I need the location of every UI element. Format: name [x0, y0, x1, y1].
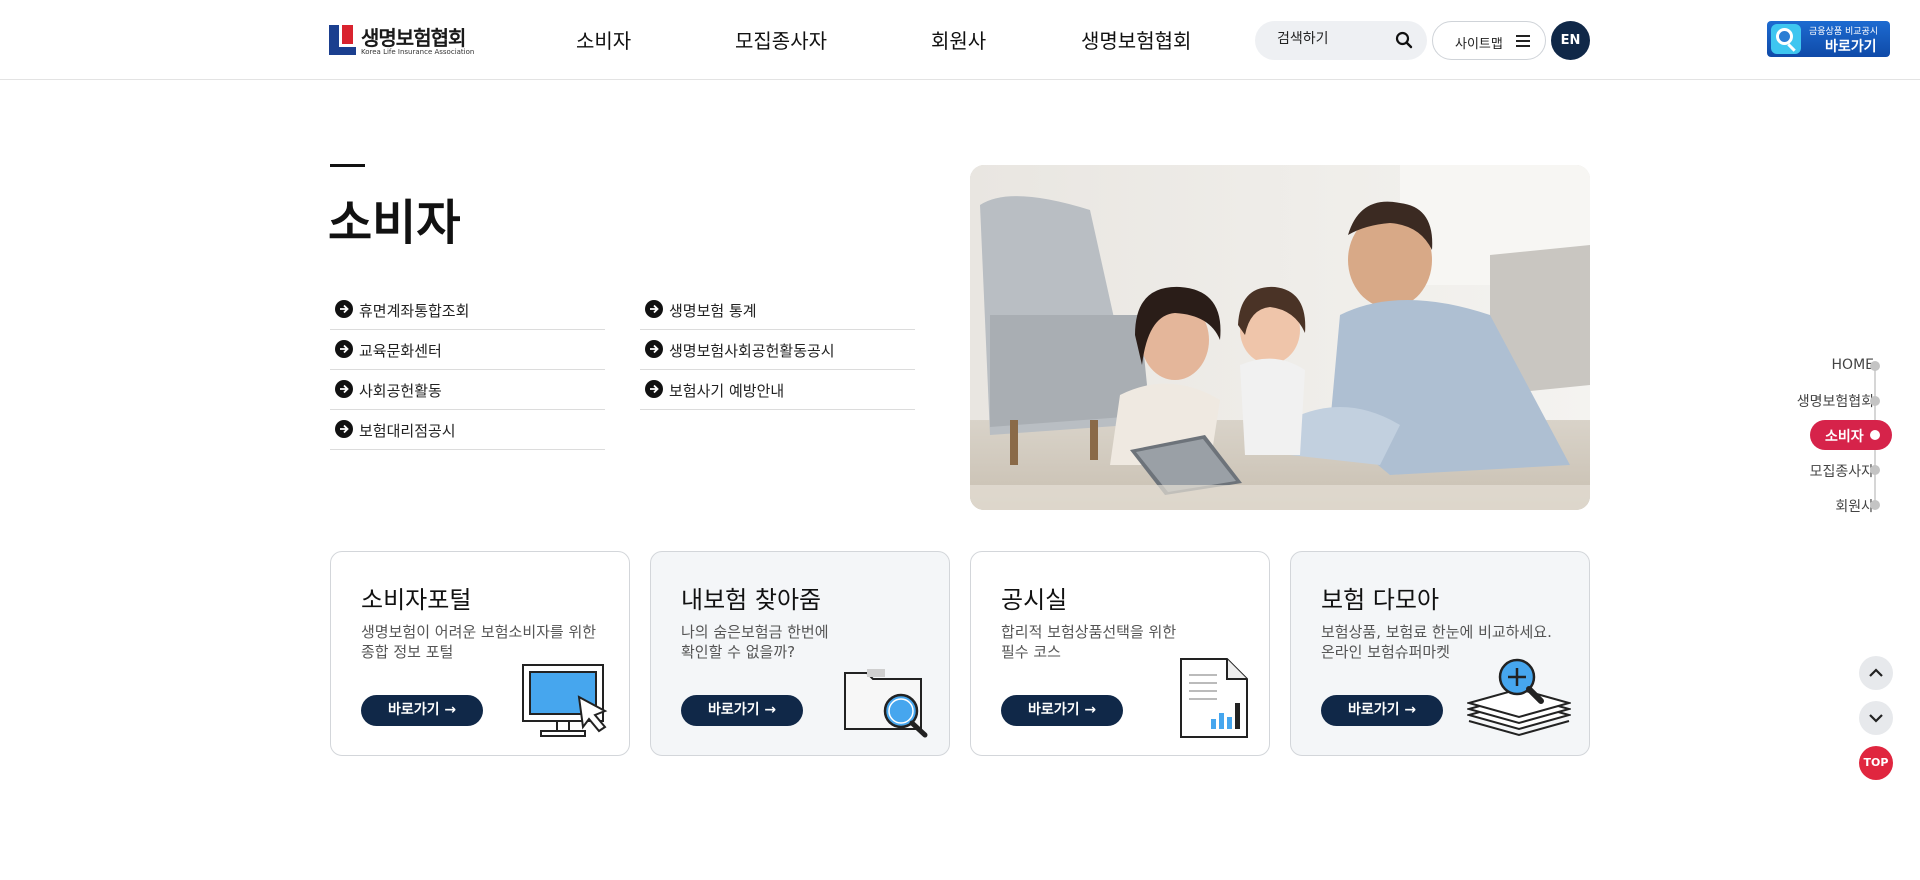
- gnb-item-member[interactable]: 회원사: [931, 25, 986, 54]
- card-title: 소비자포털: [361, 586, 472, 614]
- site-header: 생명보험협회 Korea Life Insurance Association …: [0, 0, 1920, 80]
- chevron-down-icon: [1869, 714, 1883, 723]
- folder-search-icon: [844, 669, 928, 738]
- logo-mark-icon: [329, 25, 356, 55]
- link-education-center[interactable]: 교육문화센터: [330, 330, 605, 370]
- side-nav-dot: [1870, 500, 1880, 510]
- link-label: 생명보험 통계: [669, 302, 757, 320]
- logo-text: 생명보험협회: [361, 26, 466, 50]
- title-accent-bar: [330, 164, 365, 167]
- card-insurance-damoa[interactable]: 보험 다모아 보험상품, 보험료 한눈에 비교하세요. 온라인 보험슈퍼마켓 바로…: [1290, 551, 1590, 756]
- link-list-right: 생명보험 통계 생명보험사회공헌활동공시 보험사기 예방안내: [640, 290, 915, 410]
- language-button[interactable]: EN: [1551, 21, 1590, 60]
- monitor-cursor-icon: [522, 664, 608, 737]
- hero-family-photo: [970, 165, 1590, 510]
- link-dormant-account[interactable]: 휴면계좌통합조회: [330, 290, 605, 330]
- page-title: 소비자: [328, 195, 461, 251]
- card-description: 생명보험이 어려운 보험소비자를 위한 종합 정보 포털: [361, 623, 597, 661]
- gnb-item-recruiter[interactable]: 모집종사자: [735, 25, 827, 54]
- arrow-right-icon: [335, 380, 353, 398]
- link-label: 보험대리점공시: [359, 422, 456, 440]
- side-nav-dot: [1870, 465, 1880, 475]
- scroll-down-button[interactable]: [1859, 701, 1893, 735]
- link-label: 보험사기 예방안내: [669, 382, 785, 400]
- link-label: 사회공헌활동: [359, 382, 442, 400]
- arrow-right-icon: [645, 300, 663, 318]
- link-social-contribution[interactable]: 사회공헌활동: [330, 370, 605, 410]
- side-nav-active-label: 소비자: [1825, 429, 1864, 445]
- magnifier-icon: [1771, 24, 1801, 54]
- side-page-nav: HOME 생명보험협회 소비자 모집종사자 회원사: [1760, 348, 1910, 518]
- arrow-right-icon: [645, 340, 663, 358]
- chevron-up-icon: [1869, 668, 1883, 677]
- scroll-top-button[interactable]: TOP: [1859, 746, 1893, 780]
- arrow-right-icon: [645, 380, 663, 398]
- link-fraud-prevention[interactable]: 보험사기 예방안내: [640, 370, 915, 410]
- gnb-item-association[interactable]: 생명보험협회: [1081, 25, 1191, 54]
- card-title: 공시실: [1001, 586, 1068, 614]
- arrow-right-icon: [335, 300, 353, 318]
- card-disclosure-room[interactable]: 공시실 합리적 보험상품선택을 위한 필수 코스 바로가기 →: [970, 551, 1270, 756]
- side-nav-active-dot: [1870, 430, 1880, 440]
- side-nav-member[interactable]: 회원사: [1835, 496, 1874, 516]
- side-nav-dot: [1870, 396, 1880, 406]
- compare-banner-big-text: 바로가기: [1825, 39, 1877, 55]
- side-nav-recruiter[interactable]: 모집종사자: [1810, 461, 1874, 481]
- card-description: 보험상품, 보험료 한눈에 비교하세요. 온라인 보험슈퍼마켓: [1321, 623, 1552, 661]
- arrow-right-icon: [335, 420, 353, 438]
- card-consumer-portal[interactable]: 소비자포털 생명보험이 어려운 보험소비자를 위한 종합 정보 포털 바로가기 →: [330, 551, 630, 756]
- logo-subtext: Korea Life Insurance Association: [361, 48, 475, 56]
- side-nav-consumer-active[interactable]: 소비자: [1810, 420, 1892, 450]
- hamburger-icon: [1516, 35, 1530, 47]
- document-chart-icon: [1180, 658, 1248, 738]
- card-go-button[interactable]: 바로가기 →: [681, 695, 803, 726]
- link-statistics[interactable]: 생명보험 통계: [640, 290, 915, 330]
- site-logo[interactable]: 생명보험협회 Korea Life Insurance Association: [329, 22, 489, 58]
- compare-disclosure-banner[interactable]: 금융상품 비교공시 바로가기: [1767, 21, 1890, 57]
- card-title: 내보험 찾아줌: [681, 586, 822, 614]
- scroll-up-button[interactable]: [1859, 656, 1893, 690]
- sitemap-button[interactable]: 사이트맵: [1432, 21, 1546, 60]
- card-title: 보험 다모아: [1321, 586, 1440, 614]
- card-find-my-insurance[interactable]: 내보험 찾아줌 나의 숨은보험금 한번에 확인할 수 없을까? 바로가기 →: [650, 551, 950, 756]
- side-nav-dot: [1870, 361, 1880, 371]
- card-go-button[interactable]: 바로가기 →: [361, 695, 483, 726]
- search-icon[interactable]: [1395, 31, 1413, 49]
- card-go-button[interactable]: 바로가기 →: [1001, 695, 1123, 726]
- sitemap-label: 사이트맵: [1455, 37, 1503, 52]
- side-nav-association[interactable]: 생명보험협회: [1797, 391, 1874, 411]
- stack-search-icon: [1467, 658, 1571, 737]
- arrow-right-icon: [335, 340, 353, 358]
- link-label: 생명보험사회공헌활동공시: [669, 342, 835, 360]
- gnb-item-consumer[interactable]: 소비자: [576, 25, 631, 54]
- link-contribution-disclosure[interactable]: 생명보험사회공헌활동공시: [640, 330, 915, 370]
- link-list-left: 휴면계좌통합조회 교육문화센터 사회공헌활동 보험대리점공시: [330, 290, 605, 450]
- card-description: 나의 숨은보험금 한번에 확인할 수 없을까?: [681, 623, 829, 661]
- link-label: 휴면계좌통합조회: [359, 302, 470, 320]
- side-nav-home[interactable]: HOME: [1832, 357, 1874, 373]
- link-label: 교육문화센터: [359, 342, 442, 360]
- search-input[interactable]: [1277, 31, 1387, 47]
- search-box: [1255, 21, 1427, 60]
- card-description: 합리적 보험상품선택을 위한 필수 코스: [1001, 623, 1177, 661]
- link-agency-disclosure[interactable]: 보험대리점공시: [330, 410, 605, 450]
- card-go-button[interactable]: 바로가기 →: [1321, 695, 1443, 726]
